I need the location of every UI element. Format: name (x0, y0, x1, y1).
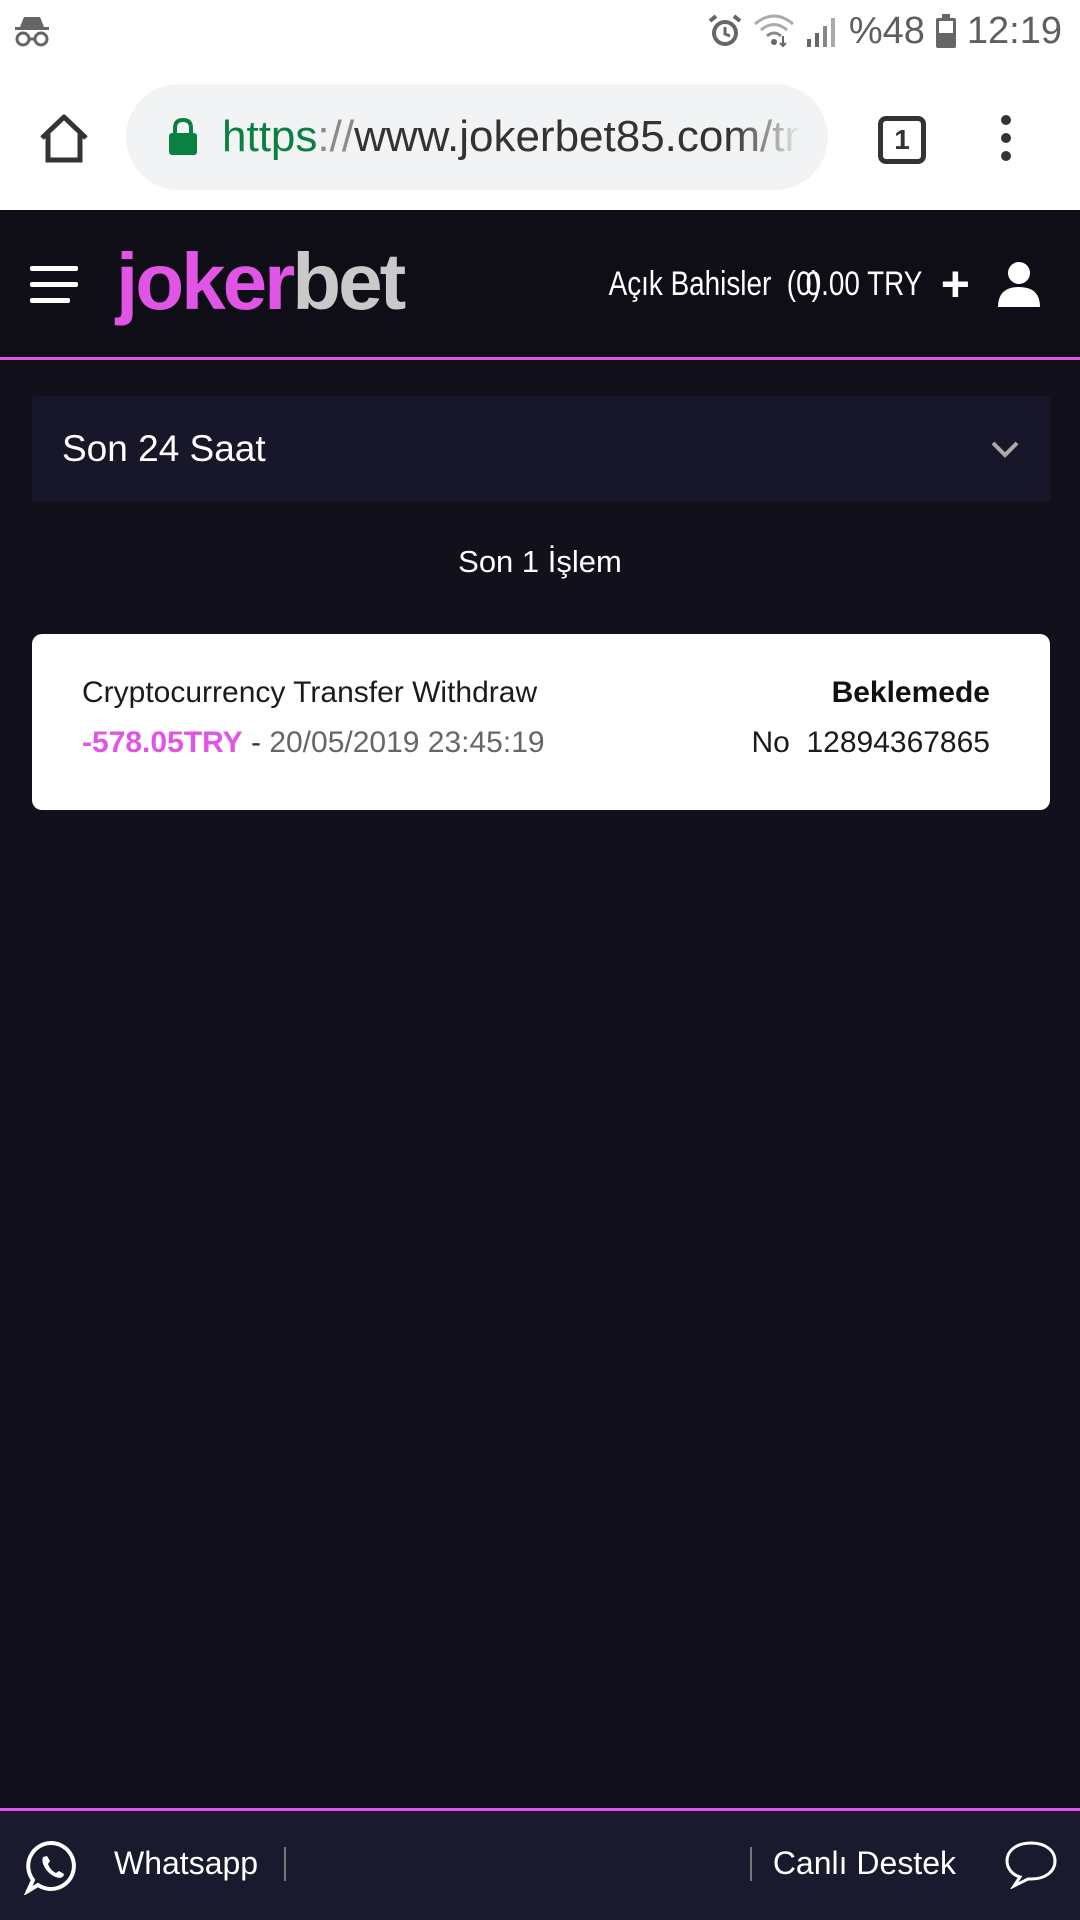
url-separator: :// (317, 112, 355, 161)
home-icon[interactable] (36, 112, 92, 164)
divider-right (750, 1847, 752, 1881)
open-bets-label: Açık Bahisler (608, 264, 771, 303)
battery-icon (935, 14, 956, 48)
clock: 12:19 (966, 9, 1062, 52)
transaction-separator: - (242, 726, 270, 759)
overflow-menu-icon[interactable] (996, 114, 1016, 162)
balance: 0.00 TRY (806, 264, 923, 303)
site-header: jokerbet Açık Bahisler (0) 0.00 TRY + (0, 210, 1080, 360)
signal-icon (806, 18, 835, 47)
whatsapp-icon[interactable] (24, 1839, 80, 1895)
live-support-link[interactable]: Canlı Destek (773, 1845, 956, 1882)
hamburger-icon[interactable] (30, 266, 80, 306)
deposit-plus-button[interactable]: + (941, 259, 970, 309)
logo-joker: joker (116, 237, 295, 326)
alarm-icon (708, 14, 742, 46)
transaction-count: Son 1 İşlem (458, 544, 622, 579)
url-scheme: https (222, 112, 318, 161)
divider-left (284, 1847, 286, 1881)
support-bar: Whatsapp Canlı Destek (0, 1808, 1080, 1920)
url-host-path: www.jokerbet85.com/tr (354, 112, 800, 161)
chat-bubble-icon[interactable] (1004, 1839, 1058, 1889)
logo-bet: bet (292, 237, 406, 326)
status-right: %48 12:19 (707, 10, 1062, 53)
incognito-icon (15, 17, 49, 47)
tab-count: 1 (894, 124, 910, 155)
lock-icon (169, 118, 197, 155)
tabs-button[interactable]: 1 (878, 116, 926, 164)
transaction-card[interactable]: Cryptocurrency Transfer Withdraw -578.05… (32, 634, 1050, 810)
wifi-icon (753, 14, 794, 48)
whatsapp-link[interactable]: Whatsapp (114, 1845, 258, 1882)
chevron-down-icon (991, 441, 1019, 458)
open-bets-link[interactable]: Açık Bahisler (0) (608, 265, 820, 304)
period-filter-dropdown[interactable]: Son 24 Saat (32, 396, 1050, 502)
transaction-datetime: 20/05/2019 23:45:19 (269, 726, 545, 759)
transaction-amount: -578.05TRY (82, 726, 243, 759)
header-actions: Açık Bahisler (0) 0.00 TRY + (562, 254, 1042, 314)
logo[interactable]: jokerbet (116, 232, 406, 332)
period-filter-value: Son 24 Saat (62, 428, 266, 469)
battery-percent: %48 (848, 9, 925, 52)
status-left (14, 14, 50, 48)
url-text[interactable]: https://www.jokerbet85.com/tr (222, 112, 802, 162)
user-icon[interactable] (996, 261, 1042, 307)
transaction-status: Beklemede (831, 676, 990, 709)
transaction-number: No 12894367865 (751, 726, 990, 759)
status-bar: %48 12:19 (0, 0, 1080, 62)
address-bar[interactable]: https://www.jokerbet85.com/tr (126, 84, 828, 190)
browser-toolbar: https://www.jokerbet85.com/tr 1 (0, 62, 1080, 210)
transaction-amount-line: -578.05TRY - 20/05/2019 23:45:19 (82, 726, 545, 760)
transaction-title: Cryptocurrency Transfer Withdraw (82, 676, 538, 709)
